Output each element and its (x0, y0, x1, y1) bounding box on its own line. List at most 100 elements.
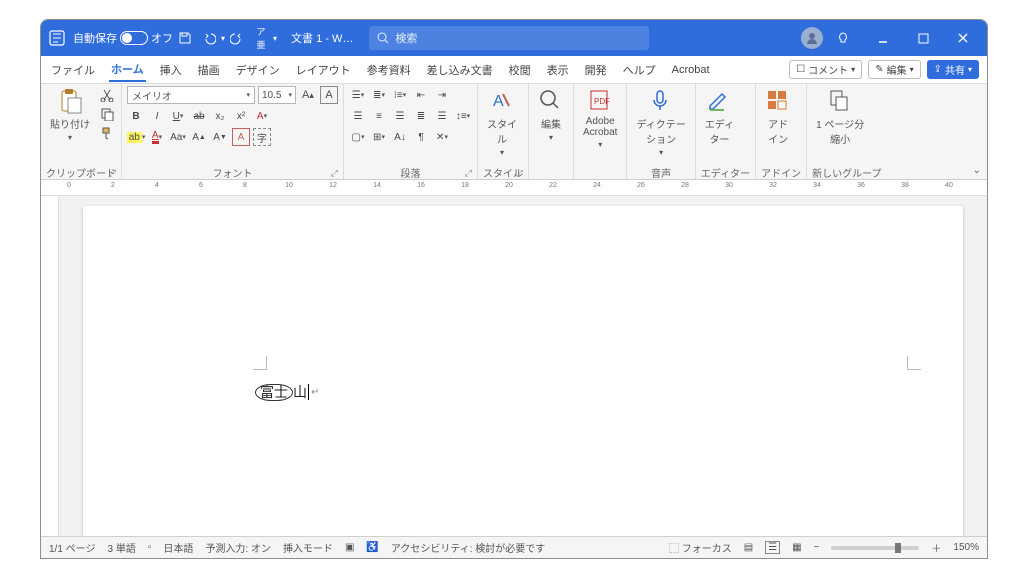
shrink-one-page-button[interactable]: 1 ページ分 縮小 (812, 86, 868, 165)
status-predict[interactable]: 予測入力: オン (205, 540, 271, 555)
align-left-icon[interactable]: ☰ (349, 107, 367, 125)
account-avatar[interactable] (801, 27, 823, 49)
tab-review[interactable]: 校閲 (507, 58, 533, 82)
paste-button[interactable]: 貼り付け ▾ (46, 86, 94, 165)
acrobat-button[interactable]: PDF Adobe Acrobat▾ (579, 86, 621, 165)
macro-icon[interactable]: ▣ (345, 542, 354, 553)
comments-button[interactable]: ☐ コメント ▾ (789, 60, 862, 79)
underline-button[interactable]: U▾ (169, 107, 187, 125)
multilevel-list-icon[interactable]: ⁝≡▾ (391, 86, 409, 104)
zoom-slider[interactable] (831, 546, 919, 550)
tab-insert[interactable]: 挿入 (158, 58, 184, 82)
sort-icon[interactable]: A↓ (391, 128, 409, 146)
asian-layout-icon[interactable]: ✕▾ (433, 128, 451, 146)
phonetic-guide-icon[interactable]: A▾ (253, 107, 271, 125)
tab-home[interactable]: ホーム (109, 57, 146, 82)
editing-button[interactable]: 編集▾ (534, 86, 568, 165)
page[interactable]: 富士 山 ↵ (83, 206, 963, 536)
shrink-font-button[interactable]: A▼ (211, 128, 229, 146)
dialog-launcher-icon[interactable]: ⤢ (109, 168, 116, 179)
help-lightbulb-icon[interactable] (823, 20, 863, 56)
shading-icon[interactable]: ▢▾ (349, 128, 367, 146)
qat-item[interactable]: ア亜 (251, 28, 271, 48)
distributed-icon[interactable]: ☰ (433, 107, 451, 125)
tab-design[interactable]: デザイン (234, 58, 282, 82)
minimize-button[interactable] (863, 20, 903, 56)
document-content[interactable]: 富士 山 ↵ (255, 382, 319, 402)
grow-font-icon[interactable]: A▴ (299, 86, 317, 104)
bold-button[interactable]: B (127, 107, 145, 125)
editor-button[interactable]: エディ ター (701, 86, 738, 165)
tab-help[interactable]: ヘルプ (621, 58, 658, 82)
increase-indent-icon[interactable]: ⇥ (433, 86, 451, 104)
numbering-icon[interactable]: ≣▾ (370, 86, 388, 104)
font-color-icon[interactable]: A▾ (148, 128, 166, 146)
text-highlight-icon[interactable]: ab▾ (127, 128, 145, 146)
tab-file[interactable]: ファイル (49, 58, 97, 82)
dialog-launcher-icon[interactable]: ⤢ (331, 168, 338, 179)
font-size-combo[interactable]: 10.5▾ (258, 86, 296, 104)
tab-acrobat[interactable]: Acrobat (670, 60, 712, 80)
line-spacing-icon[interactable]: ↕≡▾ (454, 107, 472, 125)
change-case-icon[interactable]: Aa▾ (169, 128, 187, 146)
cut-icon[interactable] (98, 86, 116, 104)
tab-developer[interactable]: 開発 (583, 58, 609, 82)
align-center-icon[interactable]: ≡ (370, 107, 388, 125)
close-button[interactable] (943, 20, 983, 56)
maximize-button[interactable] (903, 20, 943, 56)
italic-button[interactable]: I (148, 107, 166, 125)
editing-mode-button[interactable]: ✎ 編集 ▾ (868, 60, 920, 79)
autosave-toggle[interactable]: 自動保存 オフ (73, 30, 173, 46)
undo-icon[interactable] (199, 28, 219, 48)
web-layout-icon[interactable]: ▦ (792, 542, 801, 553)
zoom-in-button[interactable]: ＋ (931, 540, 941, 555)
enclose-characters-icon[interactable]: A (320, 86, 338, 104)
status-words[interactable]: 3 単語 (107, 540, 135, 555)
print-layout-icon[interactable]: ☰ (765, 541, 780, 554)
redo-icon[interactable] (227, 28, 247, 48)
clear-formatting-icon[interactable]: A (232, 128, 250, 146)
share-button[interactable]: ⇪ 共有 ▾ (927, 60, 979, 79)
status-insert-mode[interactable]: 挿入モード (283, 540, 333, 555)
strikethrough-button[interactable]: ab (190, 107, 208, 125)
focus-button[interactable]: ⬚ フォーカス (669, 540, 732, 555)
show-marks-icon[interactable]: ¶ (412, 128, 430, 146)
decrease-indent-icon[interactable]: ⇤ (412, 86, 430, 104)
horizontal-ruler[interactable]: 0246810121416182022242628303234363840 (41, 180, 987, 196)
borders-icon[interactable]: ⊞▾ (370, 128, 388, 146)
copy-icon[interactable] (98, 105, 116, 123)
dialog-launcher-icon[interactable]: ⤢ (465, 168, 472, 179)
dictation-button[interactable]: ディクテー ション▾ (632, 86, 689, 165)
tab-mailings[interactable]: 差し込み文書 (425, 58, 495, 82)
undo-more-icon[interactable]: ▾ (221, 34, 225, 43)
spellcheck-icon[interactable]: ▫ (148, 542, 152, 553)
bullets-icon[interactable]: ☰▾ (349, 86, 367, 104)
tab-layout[interactable]: レイアウト (294, 58, 353, 82)
vertical-ruler[interactable] (41, 196, 59, 536)
collapse-ribbon-icon[interactable]: ⌄ (973, 165, 981, 176)
save-icon[interactable] (175, 28, 195, 48)
addin-button[interactable]: アド イン (761, 86, 795, 165)
dialog-launcher-icon[interactable]: ⤢ (516, 168, 523, 179)
styles-button[interactable]: A スタイ ル▾ (483, 86, 521, 165)
tab-view[interactable]: 表示 (545, 58, 571, 82)
group-clipboard: 貼り付け ▾ クリップボード⤢ (41, 84, 122, 179)
zoom-out-button[interactable]: − (814, 542, 820, 553)
character-border-icon[interactable]: 字 (253, 128, 271, 146)
status-accessibility[interactable]: アクセシビリティ: 検討が必要です (391, 540, 545, 555)
tab-references[interactable]: 参考資料 (365, 58, 413, 82)
format-painter-icon[interactable] (98, 124, 116, 142)
align-right-icon[interactable]: ☰ (391, 107, 409, 125)
status-language[interactable]: 日本語 (163, 540, 193, 555)
justify-icon[interactable]: ≣ (412, 107, 430, 125)
superscript-button[interactable]: x² (232, 107, 250, 125)
tab-draw[interactable]: 描画 (196, 58, 222, 82)
qat-more-icon[interactable]: ▾ (273, 34, 277, 43)
font-name-combo[interactable]: メイリオ▾ (127, 86, 255, 104)
zoom-level[interactable]: 150% (953, 542, 979, 553)
search-box[interactable]: 検索 (369, 26, 649, 50)
read-mode-icon[interactable]: ▤ (744, 542, 753, 553)
grow-font-button[interactable]: A▲ (190, 128, 208, 146)
status-page[interactable]: 1/1 ページ (49, 540, 95, 555)
subscript-button[interactable]: x₂ (211, 107, 229, 125)
